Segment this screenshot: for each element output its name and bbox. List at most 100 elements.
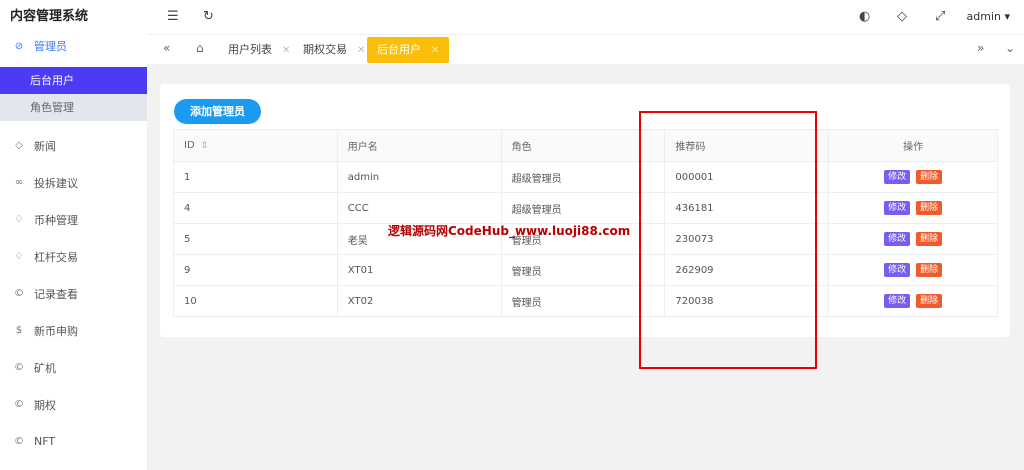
delete-button[interactable]: 删除: [916, 294, 943, 308]
column-header-username: 用户名: [336, 129, 502, 162]
edit-button[interactable]: 修改: [884, 170, 911, 184]
column-header-actions: 操作: [828, 129, 998, 162]
column-label: ID: [184, 140, 195, 151]
sidebar-item-roles[interactable]: 角色管理: [0, 94, 147, 121]
sidebar-item-options[interactable]: © 期权: [0, 386, 147, 423]
sidebar-item-suggestions[interactable]: ∞ 投拆建议: [0, 164, 147, 201]
sidebar-item-records[interactable]: © 记录查看: [0, 275, 147, 312]
sidebar-item-miner[interactable]: © 矿机: [0, 349, 147, 386]
sidebar-item-label: 记录查看: [34, 287, 78, 301]
tab-options-trade[interactable]: 期权交易 ✕: [303, 37, 365, 63]
cell-actions: 修改 删除: [828, 285, 998, 317]
watermark: 逻辑源码网CodeHub_www.luoji88.com: [388, 224, 631, 238]
edit-button[interactable]: 修改: [884, 263, 911, 277]
sort-icon[interactable]: ⇕: [201, 141, 209, 151]
cell-actions: 修改 删除: [828, 161, 998, 193]
menu-fold-icon[interactable]: ☰: [167, 9, 179, 24]
sidebar-submenu: 后台用户 角色管理: [0, 67, 147, 121]
circle-c-icon: ©: [14, 362, 24, 373]
sidebar: 内容管理系统 ⊘ 管理员 后台用户 角色管理 ◇ 新闻 ∞ 投拆建议 ♢ 币种管…: [0, 0, 147, 470]
cell-role: 管理员: [500, 285, 666, 317]
cell-role: 管理员: [500, 254, 666, 286]
cell-id: 1: [173, 161, 338, 193]
delete-button[interactable]: 删除: [916, 263, 943, 277]
sidebar-item-label: 矿机: [34, 361, 56, 375]
sidebar-item-label: 杠杆交易: [34, 250, 78, 264]
tab-user-list[interactable]: 用户列表 ✕: [228, 37, 290, 63]
sidebar-group-admin[interactable]: ⊘ 管理员: [0, 34, 147, 58]
scroll-left-icon[interactable]: «: [163, 41, 170, 55]
cell-code: 720038: [664, 285, 830, 317]
chevron-down-icon: ▾: [1004, 10, 1010, 23]
refresh-icon[interactable]: ↻: [203, 9, 214, 24]
diamond-icon: ♢: [14, 251, 24, 262]
cell-code: 230073: [664, 223, 830, 255]
cell-username: XT01: [336, 254, 502, 286]
cell-id: 9: [173, 254, 338, 286]
close-icon[interactable]: ✕: [431, 45, 439, 56]
close-icon[interactable]: ✕: [282, 45, 290, 56]
fullscreen-icon[interactable]: ⤢: [935, 9, 945, 24]
cell-actions: 修改 删除: [828, 223, 998, 255]
delete-button[interactable]: 删除: [916, 170, 943, 184]
sidebar-item-label: 期权: [34, 398, 56, 412]
tab-label: 后台用户: [377, 43, 421, 56]
delete-button[interactable]: 删除: [916, 201, 943, 215]
table-header-row: ID ⇕ 用户名 角色 推荐码 操作: [173, 129, 998, 162]
circle-c-icon: ©: [14, 436, 24, 447]
column-header-id[interactable]: ID ⇕: [173, 129, 338, 162]
cell-code: 000001: [664, 161, 830, 193]
circle-c-icon: ©: [14, 288, 24, 299]
sidebar-item-label: 新币申购: [34, 324, 78, 338]
edit-button[interactable]: 修改: [884, 294, 911, 308]
tab-backend-users[interactable]: 后台用户 ✕: [367, 37, 450, 63]
cell-id: 10: [173, 285, 338, 317]
cell-actions: 修改 删除: [828, 192, 998, 224]
user-menu[interactable]: admin ▾: [967, 10, 1011, 23]
cell-username: admin: [336, 161, 502, 193]
cell-code: 262909: [664, 254, 830, 286]
sidebar-item-new-coin[interactable]: $ 新币申购: [0, 312, 147, 349]
tab-label: 用户列表: [228, 43, 272, 56]
tag-icon: ◇: [15, 140, 23, 151]
sidebar-item-label: 投拆建议: [34, 176, 78, 190]
cell-actions: 修改 删除: [828, 254, 998, 286]
top-header: ☰ ↻ ◐ ◇ ⤢ admin ▾: [147, 0, 1024, 34]
sidebar-item-leverage[interactable]: ♢ 杠杆交易: [0, 238, 147, 275]
table-row: 4 CCC 超级管理员 436181 修改 删除: [173, 192, 998, 224]
cell-code: 436181: [664, 192, 830, 224]
sidebar-item-nft[interactable]: © NFT: [0, 423, 147, 460]
sidebar-item-backend-users[interactable]: 后台用户: [0, 67, 147, 94]
diamond-icon: ♢: [14, 214, 24, 225]
tab-label: 期权交易: [303, 43, 347, 56]
sidebar-item-news[interactable]: ◇ 新闻: [0, 127, 147, 164]
app-title: 内容管理系统: [10, 9, 89, 24]
table-row: 10 XT02 管理员 720038 修改 删除: [173, 285, 998, 317]
palette-icon[interactable]: ◐: [859, 9, 870, 24]
table-row: 1 admin 超级管理员 000001 修改 删除: [173, 161, 998, 193]
column-header-role: 角色: [500, 129, 666, 162]
close-icon[interactable]: ✕: [357, 45, 365, 56]
content-card: 添加管理员 ID ⇕ 用户名 角色 推荐码 操作 1 admin 超级管理员 00…: [160, 84, 1010, 337]
edit-button[interactable]: 修改: [884, 232, 911, 246]
home-icon[interactable]: ⌂: [196, 41, 204, 55]
sidebar-menu: ◇ 新闻 ∞ 投拆建议 ♢ 币种管理 ♢ 杠杆交易 © 记录查看 $ 新币申购 …: [0, 127, 147, 460]
user-name: admin: [966, 10, 1001, 23]
sidebar-item-label: 新闻: [34, 139, 56, 153]
link-icon: ∞: [14, 177, 24, 188]
tag-icon[interactable]: ◇: [897, 9, 907, 24]
add-admin-button[interactable]: 添加管理员: [174, 99, 261, 124]
sidebar-item-label: 币种管理: [34, 213, 78, 227]
edit-button[interactable]: 修改: [884, 201, 911, 215]
delete-button[interactable]: 删除: [916, 232, 943, 246]
column-header-code: 推荐码: [664, 129, 830, 162]
chevron-down-icon[interactable]: ⌄: [1005, 41, 1015, 55]
sidebar-group-label: 管理员: [34, 40, 67, 53]
dollar-icon: $: [15, 325, 23, 336]
sidebar-item-currency[interactable]: ♢ 币种管理: [0, 201, 147, 238]
cell-id: 4: [173, 192, 338, 224]
cell-role: 超级管理员: [500, 161, 666, 193]
scroll-right-icon[interactable]: »: [977, 41, 984, 55]
cell-username: XT02: [336, 285, 502, 317]
shield-check-icon: ⊘: [14, 40, 24, 52]
